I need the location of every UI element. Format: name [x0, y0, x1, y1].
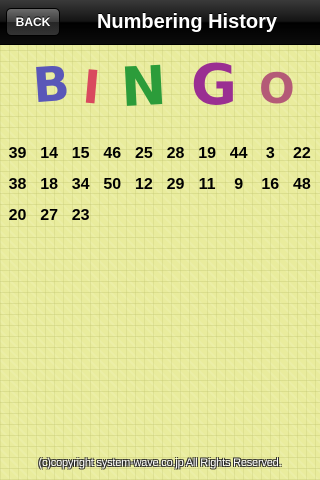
bingo-logo-letter-g: G — [191, 53, 237, 118]
called-number: 14 — [40, 145, 58, 162]
called-number: 22 — [292, 145, 311, 162]
called-number: 50 — [103, 176, 122, 193]
called-number: 3 — [265, 145, 275, 162]
called-number: 12 — [134, 176, 153, 193]
called-number: 29 — [166, 176, 185, 193]
called-number: 9 — [234, 176, 244, 193]
called-number: 25 — [134, 145, 153, 162]
bingo-logo: B I N G O — [31, 53, 295, 120]
called-number: 28 — [166, 145, 185, 162]
called-number: 19 — [198, 145, 216, 162]
copyright-text: (c)copyright system-wave.co.jp All Right… — [38, 457, 282, 469]
back-button[interactable]: BACK — [6, 8, 60, 36]
called-number: 44 — [229, 145, 248, 162]
called-number: 39 — [8, 145, 27, 162]
called-number: 18 — [40, 176, 58, 193]
page-title: Numbering History — [96, 11, 278, 33]
called-number: 48 — [292, 176, 311, 193]
navigation-bar: BACK Numbering History — [0, 0, 320, 45]
bingo-logo-letter-o: O — [259, 64, 295, 113]
bingo-logo-letter-b: B — [31, 55, 72, 115]
called-number: 15 — [71, 145, 90, 162]
bingo-logo-letter-n: N — [119, 53, 168, 120]
called-number: 20 — [8, 207, 27, 224]
called-number: 38 — [8, 176, 27, 193]
called-number: 34 — [71, 176, 90, 193]
numbering-history-grid: 39 14 15 46 25 28 19 44 3 22 38 18 34 50 12 29 11 9 16 48 20… — [2, 139, 318, 231]
called-number: 27 — [40, 207, 58, 224]
called-number: 46 — [103, 145, 122, 162]
called-number: 16 — [261, 176, 280, 193]
bingo-logo-letter-i: I — [80, 59, 103, 115]
called-number: 23 — [71, 207, 90, 224]
called-number: 11 — [198, 176, 216, 193]
